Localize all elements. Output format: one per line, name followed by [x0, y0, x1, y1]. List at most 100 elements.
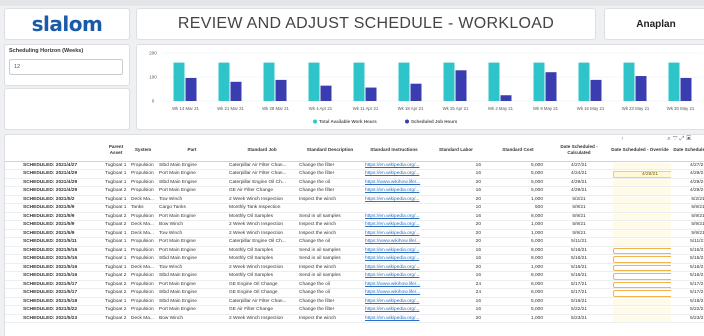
- cell-date-override[interactable]: [609, 297, 671, 306]
- cell-date-override[interactable]: [609, 254, 671, 264]
- table-row[interactable]: SCHEDULED: 2021/5/18 Tugboat 1 Propulsion S…: [5, 297, 704, 306]
- override-date-input[interactable]: [613, 162, 671, 169]
- table-row[interactable]: SCHEDULED: 2021/5/9 Tugboat 2 Deck Ma... Bo…: [5, 220, 704, 230]
- col-header-standard-cost[interactable]: Standard Cost: [487, 139, 549, 162]
- override-date-input[interactable]: [613, 247, 671, 254]
- cell-standard-instructions[interactable]: https://en.wikipedia.org/...: [363, 161, 425, 170]
- bar-available-hours[interactable]: [353, 62, 365, 101]
- col-header-standard-job[interactable]: Standard Job: [227, 139, 297, 162]
- table-row[interactable]: SCHEDULED: 2021/5/17 Tugboat 2 Propulsion S…: [5, 288, 704, 298]
- cell-standard-instructions[interactable]: [363, 203, 425, 213]
- override-date-input[interactable]: [613, 281, 671, 288]
- bar-scheduled-hours[interactable]: [365, 87, 377, 101]
- bar-scheduled-hours[interactable]: [635, 76, 647, 101]
- cell-standard-instructions[interactable]: https://en.wikipedia.org/...: [363, 314, 425, 323]
- cell-date-override[interactable]: [609, 246, 671, 255]
- table-row[interactable]: SCHEDULED: 2021/5/9 Tugboat 2 Propulsion Po…: [5, 212, 704, 221]
- bar-scheduled-hours[interactable]: [410, 83, 422, 101]
- cell-date-override[interactable]: [609, 237, 671, 247]
- cell-standard-instructions[interactable]: https://en.wikipedia.org/...: [363, 169, 425, 179]
- table-row[interactable]: SCHEDULED: 2021/5/16 Tugboat 1 Propulsion P…: [5, 246, 704, 255]
- table-row[interactable]: SCHEDULED: 2021/5/16 Tugboat 1 Propulsion S…: [5, 254, 704, 264]
- col-header-system[interactable]: System: [129, 139, 157, 162]
- cell-date-override[interactable]: [609, 263, 671, 272]
- override-date-input[interactable]: [613, 222, 671, 229]
- cell-standard-instructions[interactable]: https://en.wikipedia.org/...: [363, 297, 425, 306]
- override-date-input[interactable]: [613, 239, 671, 246]
- cell-standard-instructions[interactable]: https://en.wikipedia.org/...: [363, 220, 425, 230]
- cell-date-override[interactable]: [609, 195, 671, 204]
- cell-standard-instructions[interactable]: https://www.wikihow.life/...: [363, 280, 425, 289]
- override-date-input[interactable]: 4/29/21: [613, 171, 671, 178]
- bar-scheduled-hours[interactable]: [545, 72, 557, 101]
- cell-standard-instructions[interactable]: https://en.wikipedia.org/...: [363, 229, 425, 238]
- bar-available-hours[interactable]: [578, 62, 590, 101]
- bar-available-hours[interactable]: [488, 62, 500, 101]
- table-row[interactable]: SCHEDULED: 2021/4/29 Tugboat 1 Propulsion S…: [5, 178, 704, 187]
- table-row[interactable]: SCHEDULED: 2021/5/22 Tugboat 2 Propulsion P…: [5, 305, 704, 315]
- col-header-part[interactable]: Part: [157, 139, 227, 162]
- table-row[interactable]: SCHEDULED: 2021/4/27 Tugboat 1 Propulsion S…: [5, 161, 704, 170]
- override-date-input[interactable]: [613, 188, 671, 195]
- bar-scheduled-hours[interactable]: [275, 79, 287, 101]
- bar-available-hours[interactable]: [398, 62, 410, 101]
- bar-available-hours[interactable]: [668, 62, 680, 101]
- bar-available-hours[interactable]: [218, 62, 230, 101]
- override-date-input[interactable]: [613, 205, 671, 212]
- col-header-parent-asset[interactable]: Parent Asset: [103, 139, 129, 162]
- override-date-input[interactable]: [613, 179, 671, 186]
- table-row[interactable]: SCHEDULED: 2021/5/23 Tugboat 2 Deck Ma... B…: [5, 314, 704, 323]
- table-row[interactable]: SCHEDULED: 2021/5/16 Tugboat 1 Deck Ma... T…: [5, 263, 704, 272]
- override-date-input[interactable]: [613, 256, 671, 263]
- cell-date-override[interactable]: [609, 212, 671, 221]
- cell-standard-instructions[interactable]: https://www.wikihow.life/...: [363, 237, 425, 247]
- bar-available-hours[interactable]: [623, 62, 635, 101]
- cell-date-override[interactable]: [609, 186, 671, 196]
- bar-scheduled-hours[interactable]: [590, 79, 602, 101]
- bar-available-hours[interactable]: [173, 62, 185, 101]
- override-date-input[interactable]: [613, 196, 671, 203]
- cell-standard-instructions[interactable]: https://en.wikipedia.org/...: [363, 254, 425, 264]
- table-row[interactable]: SCHEDULED: 2021/5/9 Tugboat 1 Tanks Cargo T…: [5, 203, 704, 213]
- table-row[interactable]: SCHEDULED: 2021/5/2 Tugboat 1 Deck Ma... To…: [5, 195, 704, 204]
- table-row[interactable]: SCHEDULED: 2021/4/29 Tugboat 1 Propulsion P…: [5, 169, 704, 179]
- bar-scheduled-hours[interactable]: [455, 70, 467, 101]
- cell-date-override[interactable]: [609, 305, 671, 315]
- bar-available-hours[interactable]: [308, 62, 320, 101]
- bar-available-hours[interactable]: [443, 62, 455, 101]
- override-date-input[interactable]: [613, 213, 671, 220]
- cell-standard-instructions[interactable]: https://www.wikihow.life/...: [363, 288, 425, 298]
- scheduling-horizon-input[interactable]: [9, 59, 123, 75]
- cell-standard-instructions[interactable]: https://www.wikihow.life/...: [363, 178, 425, 187]
- col-header-date-override[interactable]: Date Scheduled - Override: [609, 139, 671, 162]
- cell-standard-instructions[interactable]: https://en.wikipedia.org/...: [363, 195, 425, 204]
- cell-date-override[interactable]: [609, 203, 671, 213]
- cell-date-override[interactable]: [609, 178, 671, 187]
- cell-date-override[interactable]: [609, 280, 671, 289]
- override-date-input[interactable]: [613, 290, 671, 297]
- bar-scheduled-hours[interactable]: [500, 95, 512, 101]
- cell-standard-instructions[interactable]: https://en.wikipedia.org/...: [363, 246, 425, 255]
- bar-scheduled-hours[interactable]: [680, 77, 692, 101]
- cell-date-override[interactable]: [609, 220, 671, 230]
- override-date-input[interactable]: [613, 264, 671, 271]
- override-date-input[interactable]: [613, 307, 671, 314]
- override-date-input[interactable]: [613, 273, 671, 280]
- table-row[interactable]: SCHEDULED: 2021/5/17 Tugboat 2 Propulsion P…: [5, 280, 704, 289]
- table-row[interactable]: SCHEDULED: 2021/5/9 Tugboat 1 Deck Ma... To…: [5, 229, 704, 238]
- table-row[interactable]: SCHEDULED: 2021/4/29 Tugboat 2 Propulsion P…: [5, 186, 704, 196]
- cell-date-override[interactable]: [609, 229, 671, 238]
- cell-standard-instructions[interactable]: https://en.wikipedia.org/...: [363, 271, 425, 281]
- cell-standard-instructions[interactable]: https://en.wikipedia.org/...: [363, 305, 425, 315]
- cell-date-override[interactable]: [609, 161, 671, 170]
- bar-scheduled-hours[interactable]: [320, 85, 332, 101]
- cell-date-override[interactable]: [609, 314, 671, 323]
- override-date-input[interactable]: [613, 230, 671, 237]
- bar-available-hours[interactable]: [263, 62, 275, 101]
- override-date-input[interactable]: [613, 315, 671, 322]
- cell-standard-instructions[interactable]: https://en.wikipedia.org/...: [363, 212, 425, 221]
- table-row[interactable]: SCHEDULED: 2021/5/11 Tugboat 1 Propulsion P…: [5, 237, 704, 247]
- bar-scheduled-hours[interactable]: [230, 81, 242, 101]
- table-row[interactable]: SCHEDULED: 2021/5/16 Tugboat 2 Propulsion S…: [5, 271, 704, 281]
- col-header-standard-instructions[interactable]: Standard Instructions: [363, 139, 425, 162]
